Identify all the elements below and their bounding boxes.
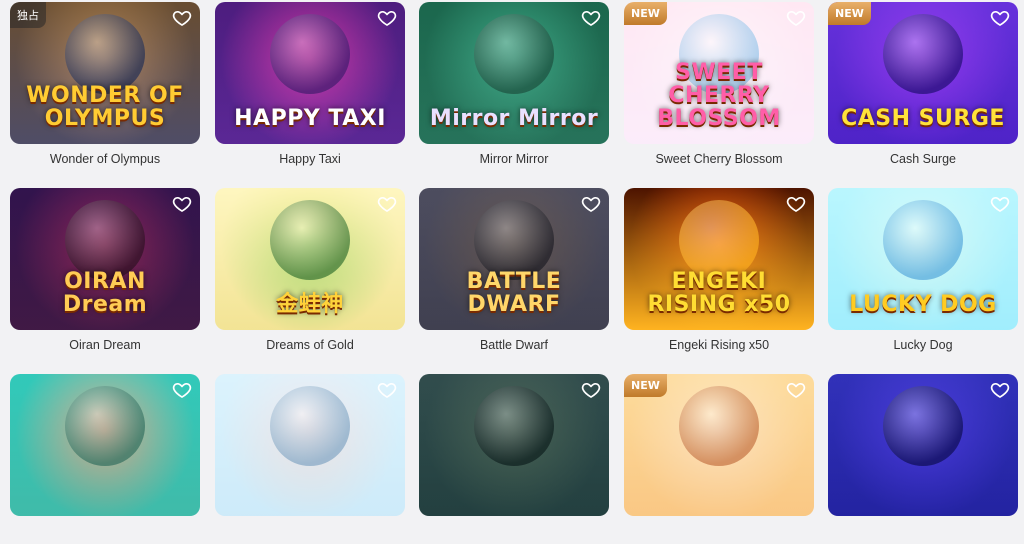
game-card[interactable] bbox=[10, 374, 200, 544]
game-thumbnail[interactable]: ENGEKI RISING x50 bbox=[624, 188, 814, 330]
game-thumbnail[interactable]: LUCKY DOG bbox=[828, 188, 1018, 330]
game-artwork bbox=[679, 200, 759, 280]
game-thumbnail[interactable]: Mirror Mirror bbox=[419, 2, 609, 144]
game-logo: WONDER OF OLYMPUS bbox=[26, 82, 184, 131]
game-logo: 金蛙神 bbox=[276, 291, 344, 317]
favorite-heart-icon[interactable] bbox=[172, 194, 192, 214]
favorite-heart-icon[interactable] bbox=[990, 8, 1010, 28]
game-thumbnail[interactable]: WONDER OF OLYMPUS 独占 bbox=[10, 2, 200, 144]
game-artwork bbox=[65, 14, 145, 94]
game-artwork bbox=[474, 14, 554, 94]
game-title[interactable]: Wonder of Olympus bbox=[10, 152, 200, 166]
new-badge: NEW bbox=[624, 2, 667, 25]
game-card[interactable]: LUCKY DOG Lucky Dog bbox=[828, 188, 1018, 358]
game-title[interactable]: Cash Surge bbox=[828, 152, 1018, 166]
game-title[interactable]: Engeki Rising x50 bbox=[624, 338, 814, 352]
favorite-heart-icon[interactable] bbox=[377, 8, 397, 28]
game-card[interactable] bbox=[828, 374, 1018, 544]
game-thumbnail[interactable]: BATTLE DWARF bbox=[419, 188, 609, 330]
favorite-heart-icon[interactable] bbox=[581, 380, 601, 400]
game-artwork bbox=[883, 14, 963, 94]
game-artwork bbox=[270, 200, 350, 280]
game-logo: CASH SURGE bbox=[841, 105, 1005, 131]
game-card[interactable] bbox=[419, 374, 609, 544]
game-thumbnail[interactable] bbox=[10, 374, 200, 516]
favorite-heart-icon[interactable] bbox=[377, 194, 397, 214]
game-thumbnail[interactable]: OIRAN Dream bbox=[10, 188, 200, 330]
game-artwork bbox=[474, 200, 554, 280]
favorite-heart-icon[interactable] bbox=[377, 380, 397, 400]
game-thumbnail[interactable] bbox=[828, 374, 1018, 516]
game-logo: HAPPY TAXI bbox=[234, 105, 386, 131]
game-card[interactable]: SWEET CHERRY BLOSSOM NEW Sweet Cherry Blos… bbox=[624, 2, 814, 172]
game-card[interactable]: WONDER OF OLYMPUS 独占 Wonder of Olympus bbox=[10, 2, 200, 172]
game-card[interactable]: ENGEKI RISING x50 Engeki Rising x50 bbox=[624, 188, 814, 358]
game-title[interactable]: Lucky Dog bbox=[828, 338, 1018, 352]
game-logo: Mirror Mirror bbox=[429, 105, 599, 131]
game-thumbnail[interactable]: NEW bbox=[624, 374, 814, 516]
favorite-heart-icon[interactable] bbox=[786, 380, 806, 400]
game-artwork bbox=[65, 386, 145, 466]
game-artwork bbox=[883, 200, 963, 280]
game-logo: SWEET CHERRY BLOSSOM bbox=[657, 59, 781, 131]
game-logo: LUCKY DOG bbox=[849, 291, 997, 317]
game-thumbnail[interactable] bbox=[215, 374, 405, 516]
favorite-heart-icon[interactable] bbox=[990, 194, 1010, 214]
game-title[interactable]: Battle Dwarf bbox=[419, 338, 609, 352]
game-card[interactable]: BATTLE DWARF Battle Dwarf bbox=[419, 188, 609, 358]
favorite-heart-icon[interactable] bbox=[581, 194, 601, 214]
favorite-heart-icon[interactable] bbox=[581, 8, 601, 28]
game-artwork bbox=[883, 386, 963, 466]
game-title[interactable]: Dreams of Gold bbox=[215, 338, 405, 352]
favorite-heart-icon[interactable] bbox=[172, 380, 192, 400]
game-artwork bbox=[270, 386, 350, 466]
game-card[interactable]: OIRAN Dream Oiran Dream bbox=[10, 188, 200, 358]
game-artwork bbox=[474, 386, 554, 466]
game-title[interactable]: Mirror Mirror bbox=[419, 152, 609, 166]
game-logo: ENGEKI RISING x50 bbox=[647, 268, 791, 317]
game-artwork bbox=[270, 14, 350, 94]
game-artwork bbox=[65, 200, 145, 280]
game-thumbnail[interactable]: HAPPY TAXI bbox=[215, 2, 405, 144]
new-badge: NEW bbox=[624, 374, 667, 397]
game-card[interactable]: HAPPY TAXI Happy Taxi bbox=[215, 2, 405, 172]
game-artwork bbox=[679, 386, 759, 466]
game-thumbnail[interactable] bbox=[419, 374, 609, 516]
game-logo: BATTLE DWARF bbox=[466, 268, 562, 317]
game-thumbnail[interactable]: SWEET CHERRY BLOSSOM NEW bbox=[624, 2, 814, 144]
game-card[interactable] bbox=[215, 374, 405, 544]
favorite-heart-icon[interactable] bbox=[786, 194, 806, 214]
favorite-heart-icon[interactable] bbox=[990, 380, 1010, 400]
game-card[interactable]: 金蛙神 Dreams of Gold bbox=[215, 188, 405, 358]
game-thumbnail[interactable]: CASH SURGE NEW bbox=[828, 2, 1018, 144]
exclusive-badge: 独占 bbox=[10, 2, 46, 28]
game-card[interactable]: CASH SURGE NEW Cash Surge bbox=[828, 2, 1018, 172]
game-card[interactable]: Mirror Mirror Mirror Mirror bbox=[419, 2, 609, 172]
game-card[interactable]: NEW bbox=[624, 374, 814, 544]
game-grid: WONDER OF OLYMPUS 独占 Wonder of Olympus HAPP… bbox=[0, 0, 1024, 516]
game-logo: OIRAN Dream bbox=[62, 268, 148, 317]
game-title[interactable]: Oiran Dream bbox=[10, 338, 200, 352]
game-title[interactable]: Sweet Cherry Blossom bbox=[624, 152, 814, 166]
favorite-heart-icon[interactable] bbox=[786, 8, 806, 28]
game-title[interactable]: Happy Taxi bbox=[215, 152, 405, 166]
favorite-heart-icon[interactable] bbox=[172, 8, 192, 28]
new-badge: NEW bbox=[828, 2, 871, 25]
game-thumbnail[interactable]: 金蛙神 bbox=[215, 188, 405, 330]
